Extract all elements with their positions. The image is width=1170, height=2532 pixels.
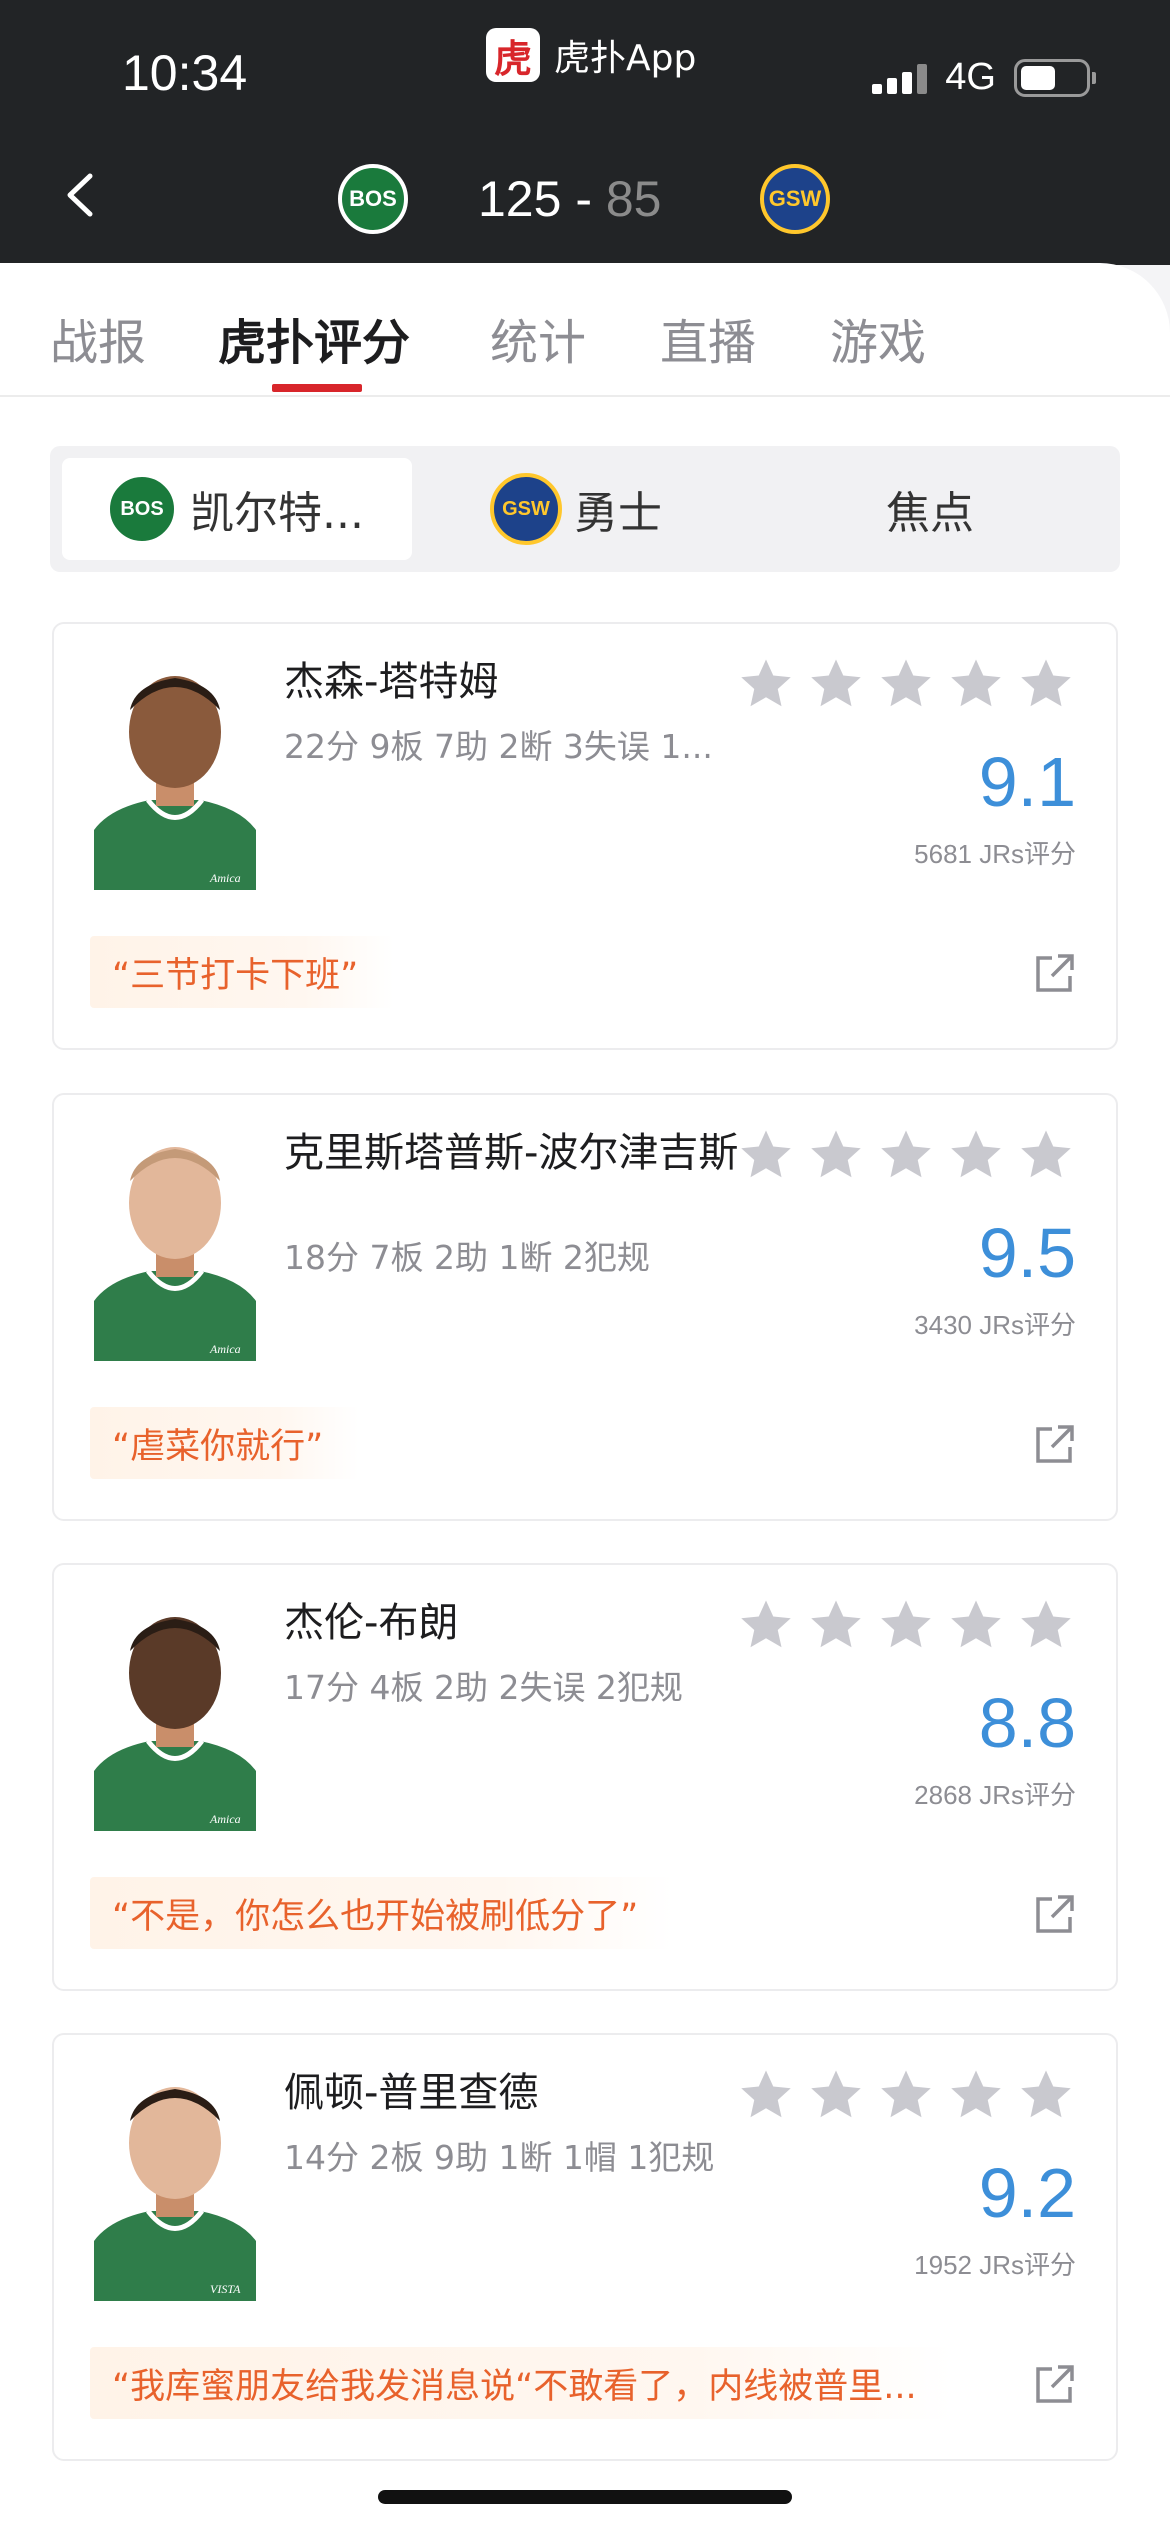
app-name: 虎扑App <box>554 38 697 79</box>
home-indicator[interactable] <box>378 2490 792 2504</box>
segment-warriors[interactable]: GSW 勇士 <box>490 458 750 560</box>
player-stats: 17分 4板 2助 2失误 2犯规 <box>284 1668 683 1707</box>
status-indicators: 4G <box>872 56 1096 99</box>
score-separator: - <box>561 171 606 227</box>
celtics-logo-icon: BOS <box>106 473 178 545</box>
tab-games[interactable]: 游戏 <box>830 303 926 373</box>
star-icon[interactable] <box>806 1595 866 1655</box>
player-name[interactable]: 佩顿-普里查德 <box>284 2069 744 2117</box>
share-external-icon[interactable] <box>1034 1893 1076 1935</box>
svg-text:Amica: Amica <box>209 871 241 885</box>
star-icon[interactable] <box>736 654 796 714</box>
tab-stats[interactable]: 统计 <box>490 303 586 373</box>
segment-celtics[interactable]: BOS 凯尔特... <box>62 458 412 560</box>
status-time: 10:34 <box>122 45 248 101</box>
star-icon[interactable] <box>876 1595 936 1655</box>
star-icon[interactable] <box>946 654 1006 714</box>
star-icon[interactable] <box>946 1125 1006 1185</box>
player-rating: 9.2 <box>978 2154 1076 2232</box>
away-team-logo[interactable]: GSW <box>760 164 830 234</box>
hupu-logo-icon: 虎 <box>486 28 540 82</box>
battery-icon <box>1014 58 1096 97</box>
tab-rating[interactable]: 虎扑评分 <box>218 303 410 373</box>
rating-votes: 3430 JRs评分 <box>914 1310 1076 1340</box>
segment-label: 勇士 <box>574 488 662 539</box>
player-name[interactable]: 杰森-塔特姆 <box>284 658 744 706</box>
rating-stars[interactable] <box>736 2065 1076 2125</box>
top-comment[interactable]: “虐菜你就行” <box>90 1407 360 1479</box>
segment-label: 凯尔特... <box>190 488 364 539</box>
star-icon[interactable] <box>736 1595 796 1655</box>
back-chevron-icon[interactable] <box>60 170 100 220</box>
player-avatar[interactable]: Amica <box>90 1131 260 1361</box>
player-card[interactable]: Amica 杰森-塔特姆 22分 9板 7助 2断 3失误 1... 9.1 5681 … <box>52 622 1118 1050</box>
player-name[interactable]: 克里斯塔普斯-波尔津吉斯 <box>284 1129 744 1177</box>
star-icon[interactable] <box>1016 2065 1076 2125</box>
segment-focus[interactable]: 焦点 <box>886 458 1046 560</box>
star-icon[interactable] <box>736 1125 796 1185</box>
app-indicator: 虎 虎扑App <box>486 28 696 82</box>
scoreboard: 125 - 85 <box>478 170 662 228</box>
player-avatar[interactable]: VISTA <box>90 2071 260 2301</box>
share-external-icon[interactable] <box>1034 952 1076 994</box>
player-card[interactable]: Amica 克里斯塔普斯-波尔津吉斯 18分 7板 2助 1断 2犯规 9.5 3430… <box>52 1093 1118 1521</box>
top-comment[interactable]: “我库蜜朋友给我发消息说“不敢看了，内线被普里... <box>90 2347 953 2419</box>
share-external-icon[interactable] <box>1034 1423 1076 1465</box>
star-icon[interactable] <box>946 1595 1006 1655</box>
signal-icon <box>872 62 928 94</box>
share-external-icon[interactable] <box>1034 2363 1076 2405</box>
player-avatar[interactable]: Amica <box>90 660 260 890</box>
segment-label: 焦点 <box>886 488 974 539</box>
network-type: 4G <box>945 56 996 98</box>
star-icon[interactable] <box>1016 1125 1076 1185</box>
home-score: 125 <box>478 171 562 227</box>
warriors-logo-icon: GSW <box>490 473 562 545</box>
star-icon[interactable] <box>876 2065 936 2125</box>
home-team-logo[interactable]: BOS <box>338 164 408 234</box>
player-rating: 9.1 <box>978 743 1076 821</box>
rating-votes: 1952 JRs评分 <box>914 2250 1076 2280</box>
svg-text:Amica: Amica <box>209 1812 241 1826</box>
player-avatar[interactable]: Amica <box>90 1601 260 1831</box>
star-icon[interactable] <box>1016 654 1076 714</box>
player-rating: 8.8 <box>978 1684 1076 1762</box>
star-icon[interactable] <box>876 654 936 714</box>
player-card[interactable]: Amica 杰伦-布朗 17分 4板 2助 2失误 2犯规 8.8 2868 JRs评分… <box>52 1563 1118 1991</box>
away-score: 85 <box>605 171 662 227</box>
star-icon[interactable] <box>946 2065 1006 2125</box>
rating-stars[interactable] <box>736 654 1076 714</box>
player-stats: 18分 7板 2助 1断 2犯规 <box>284 1238 650 1277</box>
main-tabs: 战报 虎扑评分 统计 直播 游戏 <box>0 263 1170 397</box>
top-comment[interactable]: “三节打卡下班” <box>90 936 395 1008</box>
tab-live[interactable]: 直播 <box>660 303 756 373</box>
star-icon[interactable] <box>806 2065 866 2125</box>
player-rating: 9.5 <box>978 1214 1076 1292</box>
player-stats: 22分 9板 7助 2断 3失误 1... <box>284 727 713 766</box>
player-card[interactable]: VISTA 佩顿-普里查德 14分 2板 9助 1断 1帽 1犯规 9.2 1952 J… <box>52 2033 1118 2461</box>
rating-stars[interactable] <box>736 1125 1076 1185</box>
star-icon[interactable] <box>806 654 866 714</box>
rating-stars[interactable] <box>736 1595 1076 1655</box>
top-comment[interactable]: “不是，你怎么也开始被刷低分了” <box>90 1877 675 1949</box>
star-icon[interactable] <box>1016 1595 1076 1655</box>
tab-report[interactable]: 战报 <box>50 303 146 373</box>
rating-votes: 5681 JRs评分 <box>914 839 1076 869</box>
svg-text:VISTA: VISTA <box>210 2282 241 2296</box>
top-header: 10:34 虎 虎扑App 4G BOS 125 - 85 GSW <box>0 0 1170 265</box>
star-icon[interactable] <box>806 1125 866 1185</box>
star-icon[interactable] <box>736 2065 796 2125</box>
team-segment-control: BOS 凯尔特... GSW 勇士 焦点 <box>50 446 1120 572</box>
player-name[interactable]: 杰伦-布朗 <box>284 1599 744 1647</box>
rating-votes: 2868 JRs评分 <box>914 1780 1076 1810</box>
player-stats: 14分 2板 9助 1断 1帽 1犯规 <box>284 2138 715 2177</box>
svg-text:Amica: Amica <box>209 1342 241 1356</box>
active-tab-indicator <box>272 384 362 392</box>
star-icon[interactable] <box>876 1125 936 1185</box>
